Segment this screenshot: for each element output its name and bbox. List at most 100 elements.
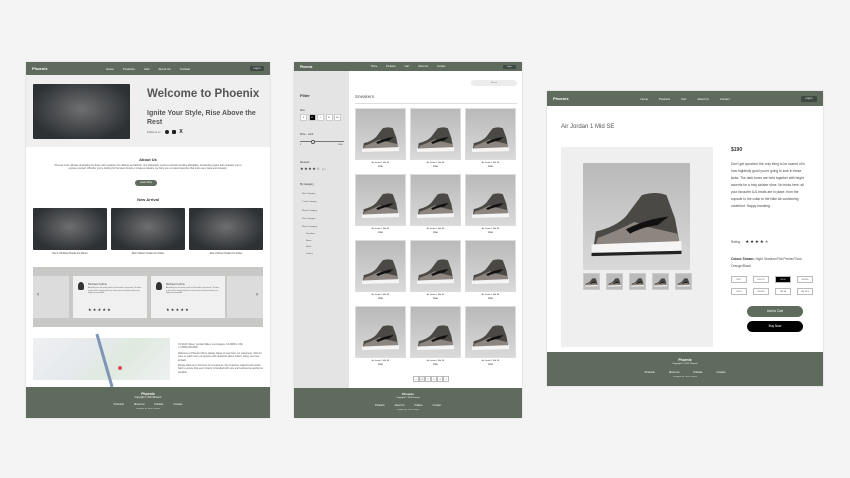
learn-more-button[interactable]: Learn More [135,180,157,186]
product-name[interactable]: Air Jordan 1 Mid SE [355,228,406,230]
thumbnail-image[interactable] [675,273,692,290]
thumbnail-image[interactable] [629,273,646,290]
footer-link[interactable]: About Us [395,404,405,407]
nav-contact[interactable]: Contact [437,65,445,68]
size-option[interactable]: US 8 [775,276,791,283]
nav-cart[interactable]: Cart [681,97,686,101]
product-image[interactable] [410,240,461,292]
product-name[interactable]: Air Jordan 1 Mid SE [465,360,516,362]
thumbnail-image[interactable] [606,273,623,290]
size-option[interactable]: US 7 [731,276,747,283]
category-item[interactable]: T-shirt Category [302,198,317,206]
nav-products[interactable]: Products [386,65,395,68]
footer-link[interactable]: About Us [134,403,145,406]
size-option[interactable]: US 10.5 [797,288,813,295]
page-button[interactable]: > [443,376,449,382]
login-button[interactable]: Log In [250,66,264,71]
product-price: $190 [378,364,383,366]
nav-home[interactable]: Home [106,67,114,71]
product-image[interactable] [355,306,406,358]
footer-link[interactable]: About Us [669,371,680,374]
footer-link[interactable]: Contact [173,403,182,406]
size-option[interactable]: XXL [334,114,341,121]
x-icon[interactable]: X [179,129,182,135]
footer-link[interactable]: Policies [155,403,164,406]
category-item[interactable]: Shorts Category [302,207,317,215]
thumbnail-image[interactable] [583,273,600,290]
buy-now-button[interactable]: Buy Now [747,321,803,332]
nav-home[interactable]: Home [371,65,377,68]
category-item[interactable]: Pant Category [302,215,317,223]
add-to-cart-button[interactable]: Add to Cart [747,306,803,317]
product-name[interactable]: Air Jordan 1 Mid SE [410,162,461,164]
product-name[interactable]: Air Jordan 1 Mid SE [465,162,516,164]
nav-contact[interactable]: Contact [180,67,190,71]
footer-link[interactable]: Contact [433,404,441,407]
arrival-caption[interactable]: Men's Winter Hoodie For Winter [189,253,263,255]
nav-home[interactable]: Home [641,97,648,101]
size-option[interactable]: US 7.5 [753,276,769,283]
footer-link[interactable]: Products [375,404,384,407]
footer-link[interactable]: Policies [414,404,422,407]
footer-link[interactable]: Contact [716,371,725,374]
next-arrow-icon[interactable]: › [256,292,258,298]
product-image[interactable] [410,108,461,160]
footer-link[interactable]: Products [114,403,124,406]
arrival-image[interactable] [189,208,263,250]
instagram-icon[interactable] [172,130,177,134]
nav-about[interactable]: About Us [697,97,709,101]
arrival-caption[interactable]: Men's Winter Hoodie For Winter [111,253,185,255]
product-name[interactable]: Air Jordan 1 Mid SE [410,360,461,362]
category-item[interactable]: Shoes Category [302,223,317,231]
search-input[interactable]: Search [471,80,517,86]
arrival-image[interactable] [111,208,185,250]
product-name[interactable]: Air Jordan 1 Mid SE [410,228,461,230]
product-name[interactable]: Air Jordan 1 Mid SE [355,162,406,164]
size-option[interactable]: US 10 [775,288,791,295]
footer-link[interactable]: Policies [694,371,703,374]
subcategory-item[interactable]: Loafers [302,251,317,258]
product-image[interactable] [465,240,516,292]
login-button[interactable]: Log In [503,64,516,69]
product-image[interactable] [355,108,406,160]
facebook-icon[interactable] [165,130,170,134]
product-image[interactable] [355,240,406,292]
footer-link[interactable]: Products [645,371,655,374]
size-option[interactable]: US 8.5 [797,276,813,283]
size-option[interactable]: XL [325,114,333,121]
product-name[interactable]: Air Jordan 1 Mid SE [410,294,461,296]
product-name[interactable]: Air Jordan 1 Mid SE [465,228,516,230]
product-name[interactable]: Air Jordan 1 Mid SE [355,360,406,362]
prev-arrow-icon[interactable]: ‹ [37,292,39,298]
product-image[interactable] [465,108,516,160]
nav-cart[interactable]: Cart [144,67,150,71]
review-stars[interactable]: ★★★★☆ (1) [300,166,326,171]
product-name[interactable]: Air Jordan 1 Mid SE [465,294,516,296]
product-name[interactable]: Air Jordan 1 Mid SE [355,294,406,296]
slider-thumb[interactable] [311,139,316,144]
size-option[interactable]: US 9.5 [753,288,769,295]
nav-about[interactable]: About Us [158,67,170,71]
size-option[interactable]: L [317,114,324,121]
product-image[interactable] [410,174,461,226]
size-option[interactable]: M [308,114,316,121]
login-button[interactable]: Log In [801,95,817,102]
nav-cart[interactable]: Cart [405,65,410,68]
product-price: $190 [488,232,493,234]
size-option[interactable]: US 9 [731,288,747,295]
price-slider[interactable] [300,139,344,144]
nav-products[interactable]: Products [659,97,670,101]
map[interactable] [33,333,170,388]
arrival-caption[interactable]: Men's Off-Road Hoodie For Winter [33,253,107,255]
nav-about[interactable]: About Us [418,65,428,68]
nav-contact[interactable]: Contact [720,97,730,101]
product-image[interactable] [355,174,406,226]
product-image[interactable] [410,306,461,358]
product-image[interactable] [465,306,516,358]
size-option[interactable]: S [300,114,307,121]
arrival-image[interactable] [33,208,107,250]
category-item[interactable]: Shirt Category [302,190,317,198]
thumbnail-image[interactable] [652,273,669,290]
nav-products[interactable]: Products [123,67,135,71]
product-image[interactable] [465,174,516,226]
